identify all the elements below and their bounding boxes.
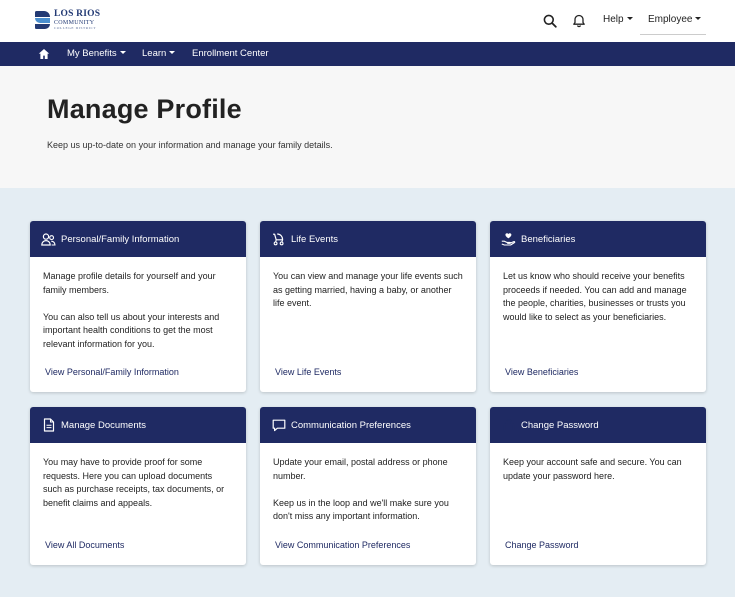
document-icon [41, 418, 56, 433]
card-title: Personal/Family Information [61, 233, 180, 245]
view-life-events-link[interactable]: View Life Events [275, 367, 341, 377]
card-text: You can also tell us about your interest… [43, 311, 220, 349]
card-header: Manage Documents [30, 407, 246, 443]
card-header: Personal/Family Information [30, 221, 246, 257]
card-life-events: Life Events You can view and manage your… [260, 221, 476, 392]
card-body: Update your email, postal address or pho… [260, 443, 476, 524]
nav-my-benefits[interactable]: My Benefits [67, 48, 126, 59]
card-personal-family: Personal/Family Information Manage profi… [30, 221, 246, 392]
employee-menu[interactable]: Employee [648, 14, 702, 25]
view-personal-family-link[interactable]: View Personal/Family Information [45, 367, 179, 377]
card-title: Communication Preferences [291, 419, 411, 431]
card-title: Manage Documents [61, 419, 147, 431]
card-header: Communication Preferences [260, 407, 476, 443]
card-manage-documents: Manage Documents You may have to provide… [30, 407, 246, 565]
main-nav: My Benefits Learn Enrollment Center [0, 42, 735, 66]
card-text: Let us know who should receive your bene… [503, 271, 687, 322]
card-text: Keep us in the loop and we'll make sure … [273, 497, 449, 522]
los-rios-logo[interactable]: LOS RIOS COMMUNITY COLLEGE DISTRICT [35, 8, 103, 32]
page-subtitle: Keep us up-to-date on your information a… [47, 140, 333, 150]
view-beneficiaries-link[interactable]: View Beneficiaries [505, 367, 578, 377]
view-communication-preferences-link[interactable]: View Communication Preferences [275, 540, 410, 550]
nav-my-benefits-label: My Benefits [67, 48, 117, 59]
logo-line1: LOS RIOS [54, 8, 101, 19]
card-body: Manage profile details for yourself and … [30, 257, 246, 351]
page-title: Manage Profile [47, 94, 242, 124]
card-title: Change Password [521, 419, 599, 431]
home-icon[interactable] [38, 47, 50, 59]
bell-icon[interactable] [570, 12, 588, 30]
card-header: Beneficiaries [490, 221, 706, 257]
card-header: Life Events [260, 221, 476, 257]
card-title: Life Events [291, 233, 338, 245]
help-label: Help [603, 14, 624, 25]
chevron-down-icon [119, 51, 126, 54]
chevron-down-icon [626, 17, 633, 20]
chat-icon [271, 418, 286, 433]
nav-enrollment-center[interactable]: Enrollment Center [192, 48, 269, 59]
card-body: Let us know who should receive your bene… [490, 257, 706, 324]
card-body: Keep your account safe and secure. You c… [490, 443, 706, 483]
change-password-link[interactable]: Change Password [505, 540, 579, 550]
nav-learn-label: Learn [142, 48, 167, 59]
card-header: Change Password [490, 407, 706, 443]
lock-icon [501, 418, 516, 433]
nav-learn[interactable]: Learn [142, 48, 176, 59]
page-hero: Manage Profile Keep us up-to-date on you… [0, 66, 735, 188]
card-title: Beneficiaries [521, 233, 576, 245]
people-icon [41, 232, 56, 247]
hand-heart-icon [501, 232, 516, 247]
stroller-icon [271, 232, 286, 247]
nav-enrollment-center-label: Enrollment Center [192, 48, 269, 59]
card-text: You may have to provide proof for some r… [43, 457, 225, 508]
card-text: You can view and manage your life events… [273, 271, 463, 308]
card-text: Keep your account safe and secure. You c… [503, 457, 682, 481]
card-text: Update your email, postal address or pho… [273, 457, 448, 481]
card-text: Manage profile details for yourself and … [43, 271, 216, 295]
chevron-down-icon [695, 17, 702, 20]
logo-line3: COLLEGE DISTRICT [54, 26, 97, 30]
logo-mark-icon [35, 9, 50, 31]
employee-label: Employee [648, 14, 693, 25]
card-body: You may have to provide proof for some r… [30, 443, 246, 510]
chevron-down-icon [169, 51, 176, 54]
help-menu[interactable]: Help [603, 14, 633, 25]
card-change-password: Change Password Keep your account safe a… [490, 407, 706, 565]
employee-underline [640, 34, 706, 35]
card-communication-preferences: Communication Preferences Update your em… [260, 407, 476, 565]
card-body: You can view and manage your life events… [260, 257, 476, 311]
card-beneficiaries: Beneficiaries Let us know who should rec… [490, 221, 706, 392]
top-header: LOS RIOS COMMUNITY COLLEGE DISTRICT Help… [0, 0, 735, 42]
view-all-documents-link[interactable]: View All Documents [45, 540, 124, 550]
search-icon[interactable] [541, 12, 559, 30]
